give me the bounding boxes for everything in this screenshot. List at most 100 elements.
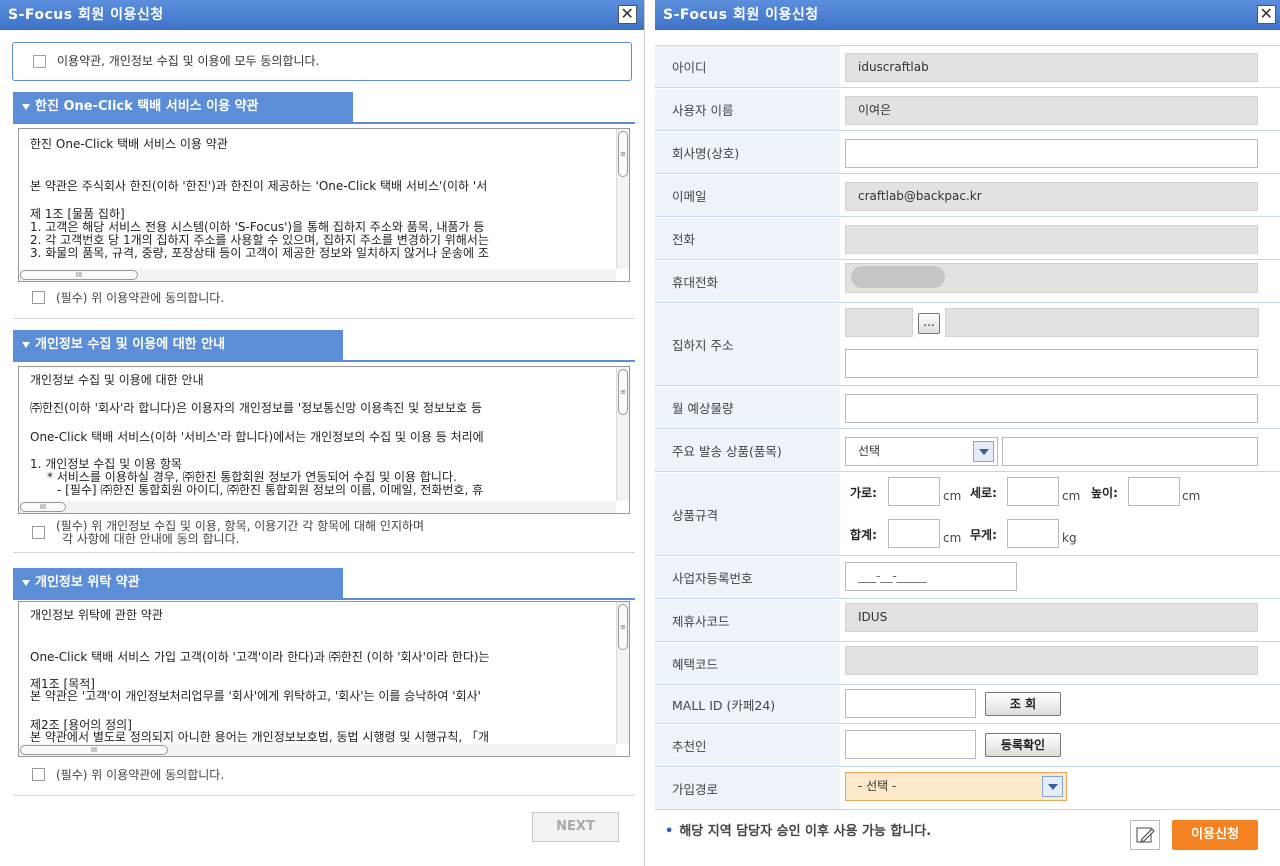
agree-all-checkbox[interactable] [33, 55, 46, 68]
row-product-spec: 상품규격 가로: cm 세로: cm 높이: cm 합계: cm 무게: kg [655, 473, 1280, 556]
label-user-name: 사용자 이름 [655, 89, 840, 130]
scroll-thumb[interactable]: ≡ [618, 369, 628, 415]
row-referrer: 추천인 등록확인 [655, 725, 1280, 767]
approval-notice: • 해당 지역 담당자 승인 이후 사용 가능 합니다. [665, 820, 931, 839]
horizontal-scrollbar[interactable]: III [19, 269, 616, 281]
privacy-outsourcing-checkbox[interactable] [32, 768, 45, 781]
pencil-icon [1136, 827, 1155, 843]
label-product-spec: 상품규격 [655, 473, 840, 555]
row-phone: 전화 [655, 218, 1280, 260]
main-product-detail-input[interactable] [1002, 437, 1258, 466]
horizontal-scrollbar[interactable]: III [19, 501, 616, 513]
apply-button[interactable]: 이용신청 [1172, 820, 1258, 850]
mall-id-lookup-button[interactable]: 조 회 [985, 692, 1061, 716]
chevron-down-icon[interactable] [1042, 776, 1063, 797]
chevron-down-icon[interactable] [973, 441, 994, 462]
terms-line: 제 1조 [물품 집하] [30, 207, 125, 221]
biz-reg-no-input[interactable]: ___-__-_____ [845, 562, 1017, 591]
section-title: 개인정보 위탁 약관 [35, 575, 140, 590]
row-email: 이메일 craftlab@backpac.kr [655, 175, 1280, 217]
scroll-thumb[interactable]: III [20, 502, 66, 512]
close-icon[interactable]: ✕ [1257, 5, 1276, 24]
weight-input[interactable] [1007, 519, 1059, 548]
terms-line: 본 약관에서 별도로 정의되지 아니한 용어는 개인정보보호법, 동법 시행령 … [30, 730, 490, 744]
height-input[interactable] [1128, 477, 1180, 506]
terms-line: 3. 화물의 품목, 규격, 중량, 포장상태 등이 고객이 제공한 정보와 일… [30, 246, 489, 260]
label-user-id: 아이디 [655, 46, 840, 87]
bullet: • [665, 824, 674, 839]
divider [13, 795, 635, 796]
label-main-product: 주요 발송 상품(품목) [655, 430, 840, 471]
scroll-thumb[interactable]: III [20, 270, 138, 280]
label-biz-reg-no: 사업자등록번호 [655, 557, 840, 598]
row-pickup-address: 집하지 주소 ... [655, 304, 1280, 386]
signup-window-titlebar: S-Focus 회원 이용신청 ✕ [655, 0, 1280, 30]
vertical-scrollbar[interactable]: ≡ [616, 367, 629, 501]
width-input[interactable] [888, 477, 940, 506]
main-product-select[interactable]: 선택 [845, 437, 998, 466]
terms-line: 개인정보 위탁에 관한 약관 [30, 608, 163, 622]
divider [13, 598, 635, 600]
sum-input[interactable] [888, 519, 940, 548]
mall-id-input[interactable] [845, 689, 976, 718]
row-benefit-code: 혜택코드 [655, 643, 1280, 685]
email-field: craftlab@backpac.kr [845, 182, 1258, 211]
vertical-scrollbar[interactable]: ≡ [616, 129, 629, 269]
next-button[interactable]: NEXT [532, 812, 619, 842]
label-benefit-code: 혜택코드 [655, 643, 840, 684]
terms-line: 1. 개인정보 수집 및 이용 항목 [30, 457, 182, 471]
referrer-input[interactable] [845, 730, 976, 759]
scroll-thumb[interactable]: ≡ [618, 604, 628, 650]
phone-field [845, 225, 1258, 254]
close-icon[interactable]: ✕ [618, 5, 637, 24]
privacy-notice-textbox[interactable]: 개인정보 수집 및 이용에 대한 안내 ㈜한진(이하 '회사'라 합니다)은 이… [18, 366, 630, 514]
row-join-path: 가입경로 - 선택 - [655, 768, 1280, 810]
label-referrer: 추천인 [655, 725, 840, 766]
divider [13, 122, 635, 124]
label-partner-code: 제휴사코드 [655, 600, 840, 641]
address-field [945, 308, 1259, 337]
terms-line: ㈜한진(이하 '회사'라 합니다)은 이용자의 개인정보를 '정보통신망 이용촉… [30, 401, 482, 415]
triangle-down-icon [22, 104, 30, 110]
sum-label: 합계: [850, 528, 877, 542]
address-search-button[interactable]: ... [918, 313, 940, 334]
unit-cm: cm [943, 489, 962, 503]
divider [13, 552, 635, 553]
redacted-blur [851, 266, 945, 288]
horizontal-scrollbar[interactable]: III [19, 744, 616, 756]
section-header-privacy-outsourcing: 개인정보 위탁 약관 [13, 568, 343, 598]
privacy-outsourcing-textbox[interactable]: 개인정보 위탁에 관한 약관 One-Click 택배 서비스 가입 고객(이하… [18, 601, 630, 757]
terms-window: S-Focus 회원 이용신청 ✕ 이용약관, 개인정보 수집 및 이용에 모두… [0, 0, 645, 866]
agree-all-box[interactable]: 이용약관, 개인정보 수집 및 이용에 모두 동의합니다. [12, 42, 632, 81]
scroll-thumb[interactable]: III [20, 745, 168, 755]
company-input[interactable] [845, 139, 1258, 168]
divider [13, 360, 635, 362]
label-company: 회사명(상호) [655, 132, 840, 173]
main-product-selected: 선택 [858, 444, 881, 458]
referrer-verify-button[interactable]: 등록확인 [985, 733, 1061, 757]
terms-line: One-Click 택배 서비스 가입 고객(이하 '고객'이라 한다)과 ㈜한… [30, 650, 490, 664]
address-detail-input[interactable] [845, 349, 1258, 378]
depth-input[interactable] [1007, 477, 1059, 506]
unit-cm: cm [1062, 489, 1081, 503]
triangle-down-icon [22, 580, 30, 586]
consent-label: (필수) 위 이용약관에 동의합니다. [56, 291, 225, 305]
user-name-field: 이여은 [845, 96, 1258, 125]
label-mobile: 휴대전화 [655, 261, 840, 302]
width-label: 가로: [850, 486, 877, 500]
height-label: 높이: [1091, 486, 1118, 500]
monthly-volume-input[interactable] [845, 394, 1258, 423]
service-terms-textbox[interactable]: 한진 One-Click 택배 서비스 이용 약관 본 약관은 주식회사 한진(… [18, 128, 630, 282]
row-main-product: 주요 발송 상품(품목) 선택 [655, 430, 1280, 472]
terms-line: One-Click 택배 서비스(이하 '서비스'라 합니다)에서는 개인정보의… [30, 430, 484, 444]
edit-icon[interactable] [1130, 820, 1160, 850]
row-user-id: 아이디 iduscraftlab [655, 46, 1280, 88]
triangle-down-icon [22, 342, 30, 348]
vertical-scrollbar[interactable]: ≡ [616, 602, 629, 744]
scroll-thumb[interactable]: ≡ [618, 131, 628, 177]
service-terms-checkbox[interactable] [32, 291, 45, 304]
privacy-notice-checkbox[interactable] [32, 526, 45, 539]
consent-label: (필수) 위 개인정보 수집 및 이용, 항목, 이용기간 각 항목에 대해 인… [56, 519, 425, 533]
label-pickup-address: 집하지 주소 [655, 304, 840, 385]
join-path-select[interactable]: - 선택 - [845, 772, 1067, 801]
